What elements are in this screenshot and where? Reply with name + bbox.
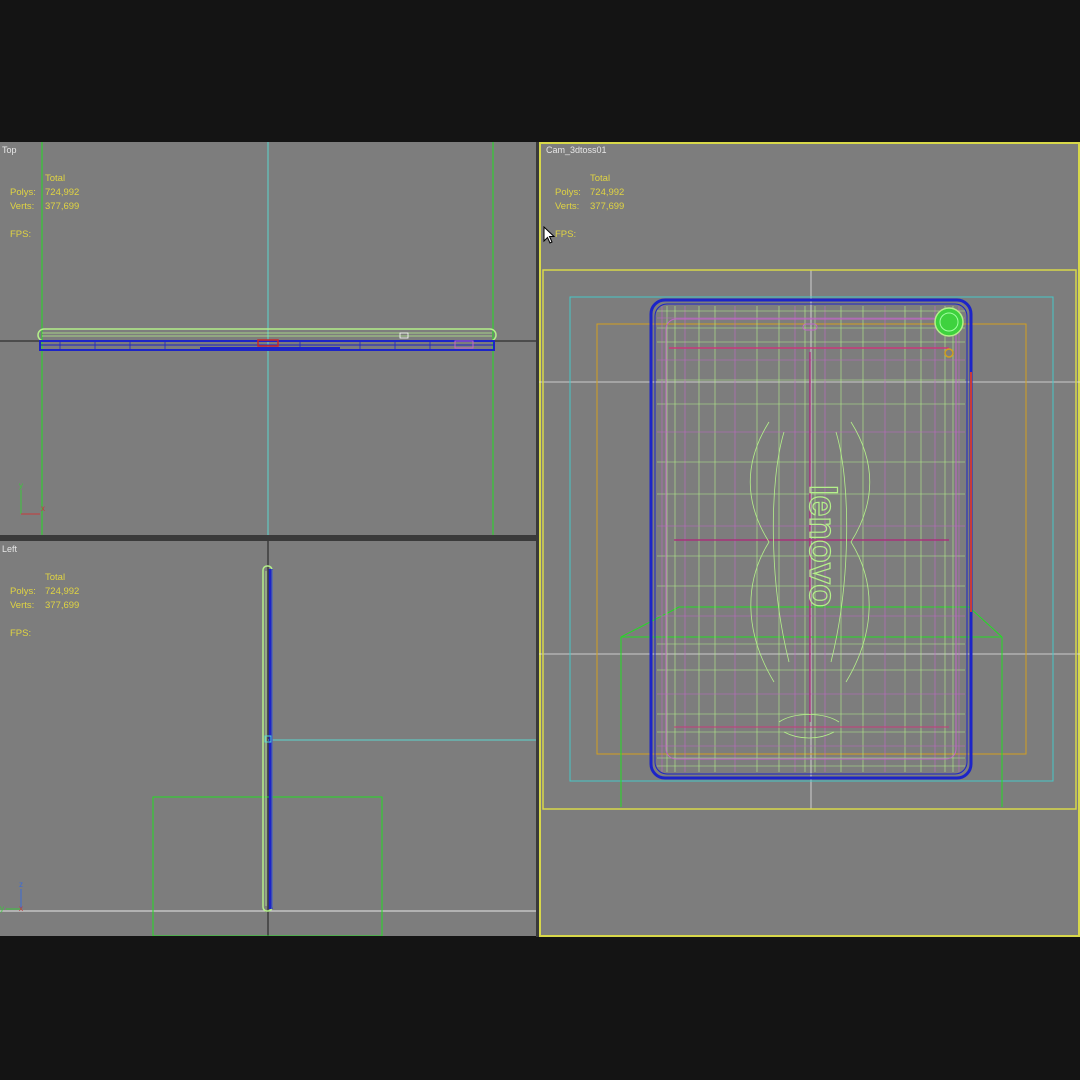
axis-tripod-left: z y x bbox=[0, 880, 23, 913]
left-view-wireframe: z y x bbox=[0, 541, 536, 936]
brand-logo-text: lenovo bbox=[801, 485, 843, 607]
axis-y-label: y bbox=[19, 481, 23, 490]
viewport-label[interactable]: Top bbox=[2, 145, 17, 155]
fps-label: FPS: bbox=[555, 229, 577, 240]
stats-header: Total bbox=[45, 572, 66, 583]
viewport-camera[interactable]: lenovo Cam_3dtoss01 Total Polys: 724,992 … bbox=[539, 142, 1080, 937]
polys-value: 724,992 bbox=[590, 187, 625, 198]
axis-z-label: z bbox=[19, 880, 23, 889]
viewport-label[interactable]: Left bbox=[2, 544, 17, 554]
viewport-label[interactable]: Cam_3dtoss01 bbox=[546, 145, 607, 155]
stats-header: Total bbox=[590, 173, 611, 184]
polys-label: Polys: bbox=[10, 586, 36, 597]
axis-y-label: y bbox=[0, 904, 4, 913]
axis-tripod-top: y x bbox=[19, 481, 45, 515]
verts-label: Verts: bbox=[10, 600, 35, 611]
fps-label: FPS: bbox=[10, 229, 32, 240]
verts-value: 377,699 bbox=[45, 600, 80, 611]
mouse-cursor-icon bbox=[543, 226, 555, 244]
scene-stats: Total Polys: 724,992 Verts: 377,699 FPS: bbox=[555, 172, 624, 242]
polys-label: Polys: bbox=[555, 187, 581, 198]
scene-stats: Total Polys: 724,992 Verts: 377,699 FPS: bbox=[10, 571, 79, 641]
fps-label: FPS: bbox=[10, 628, 32, 639]
top-view-wireframe: y x bbox=[0, 142, 536, 535]
polys-value: 724,992 bbox=[45, 586, 80, 597]
camera-view-wireframe: lenovo bbox=[539, 269, 1080, 810]
axis-x-label: x bbox=[41, 504, 45, 513]
polys-label: Polys: bbox=[10, 187, 36, 198]
verts-value: 377,699 bbox=[45, 201, 80, 212]
verts-value: 377,699 bbox=[590, 201, 625, 212]
stats-header: Total bbox=[45, 173, 66, 184]
viewport-left[interactable]: z y x Left Total Polys: 724,992 Verts: 377… bbox=[0, 541, 536, 936]
camera-lens-circle bbox=[934, 307, 964, 337]
viewport-top[interactable]: y x Top Total Polys: 724,992 Verts: 377,69… bbox=[0, 142, 536, 535]
polys-value: 724,992 bbox=[45, 187, 80, 198]
scene-stats: Total Polys: 724,992 Verts: 377,699 FPS: bbox=[10, 172, 79, 242]
axis-x-label: x bbox=[19, 904, 23, 913]
verts-label: Verts: bbox=[10, 201, 35, 212]
verts-label: Verts: bbox=[555, 201, 580, 212]
